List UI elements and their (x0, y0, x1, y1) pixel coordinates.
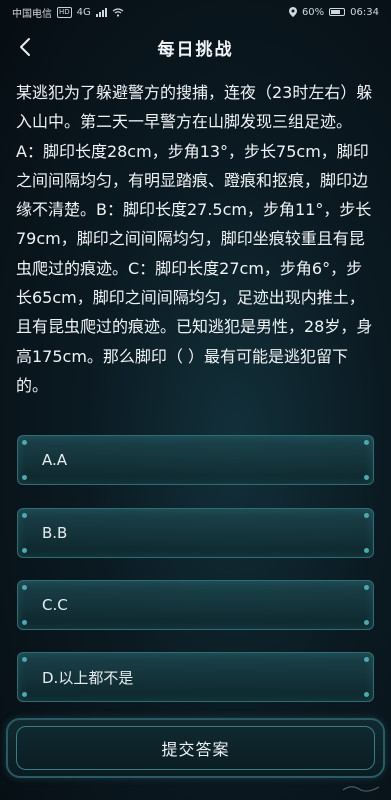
back-button[interactable] (10, 32, 40, 62)
hd-badge: HD (57, 6, 72, 18)
network-type: 4G (76, 6, 91, 18)
option-a[interactable]: A.A (17, 435, 374, 485)
header: 每日挑战 (0, 24, 391, 70)
status-bar: 中国电信 HD 4G 60% 06:34 (0, 0, 391, 24)
watermark-icon (342, 786, 380, 792)
carrier-label: 中国电信 (12, 8, 52, 20)
option-label: B.B (42, 524, 68, 542)
option-label: D.以上都不是 (42, 668, 134, 687)
option-b[interactable]: B.B (17, 508, 374, 558)
clock: 06:34 (350, 6, 379, 18)
status-right: 60% 06:34 (288, 6, 379, 18)
submit-button[interactable]: 提交答案 (6, 718, 385, 778)
battery-icon (329, 8, 346, 16)
corner-dot (22, 475, 27, 480)
corner-dot (22, 620, 27, 625)
option-c[interactable]: C.C (17, 580, 374, 630)
wifi-icon (112, 7, 124, 17)
signal-icon (95, 7, 107, 17)
corner-dot (364, 440, 369, 445)
corner-dot (22, 548, 27, 553)
status-left: 中国电信 HD 4G (12, 5, 124, 20)
page-title: 每日挑战 (157, 39, 234, 60)
question-text: 某逃犯为了躲避警方的搜捕，连夜（23时左右）躲入山中。第二天一早警方在山脚发现三… (16, 83, 373, 395)
option-d[interactable]: D.以上都不是 (17, 652, 374, 702)
option-label: C.C (42, 596, 68, 614)
corner-dot (22, 692, 27, 697)
corner-dot (364, 657, 369, 662)
corner-dot (364, 585, 369, 590)
battery-percent: 60% (301, 6, 325, 18)
corner-dot (364, 513, 369, 518)
submit-label: 提交答案 (161, 740, 230, 759)
location-icon (288, 7, 297, 17)
option-label: A.A (42, 451, 68, 469)
chevron-left-icon (20, 38, 30, 56)
